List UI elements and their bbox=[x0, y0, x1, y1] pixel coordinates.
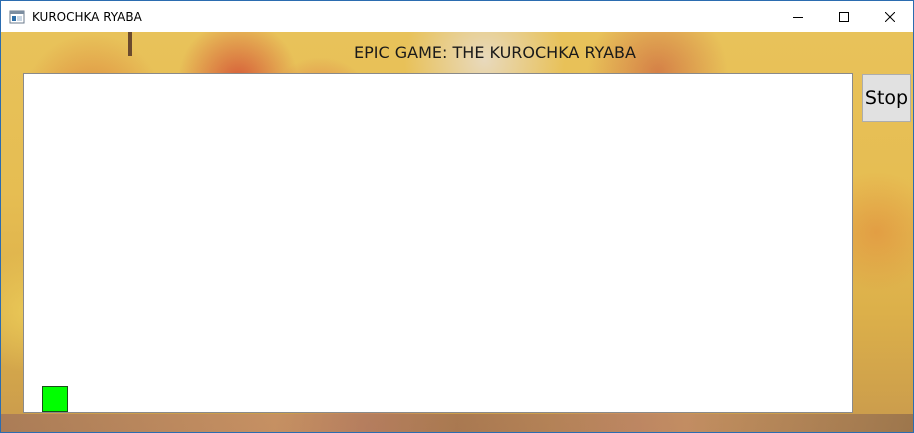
stop-button[interactable]: Stop bbox=[862, 74, 911, 122]
app-window: KUROCHKA RYABA EPIC GAME: THE KUROCHKA R… bbox=[0, 0, 914, 433]
minimize-icon bbox=[793, 16, 803, 18]
close-icon bbox=[885, 11, 895, 22]
painting-ground-detail bbox=[1, 414, 913, 432]
title-bar[interactable]: KUROCHKA RYABA bbox=[1, 1, 913, 32]
game-heading: EPIC GAME: THE KUROCHKA RYABA bbox=[354, 43, 636, 62]
game-canvas[interactable] bbox=[23, 73, 853, 413]
maximize-icon bbox=[839, 11, 849, 22]
player-square[interactable] bbox=[42, 386, 68, 412]
maximize-button[interactable] bbox=[821, 1, 867, 32]
background-painting: EPIC GAME: THE KUROCHKA RYABA Stop bbox=[1, 32, 913, 432]
window-controls bbox=[775, 1, 913, 32]
close-button[interactable] bbox=[867, 1, 913, 32]
minimize-button[interactable] bbox=[775, 1, 821, 32]
app-window-icon bbox=[9, 9, 25, 25]
window-title: KUROCHKA RYABA bbox=[32, 9, 142, 24]
